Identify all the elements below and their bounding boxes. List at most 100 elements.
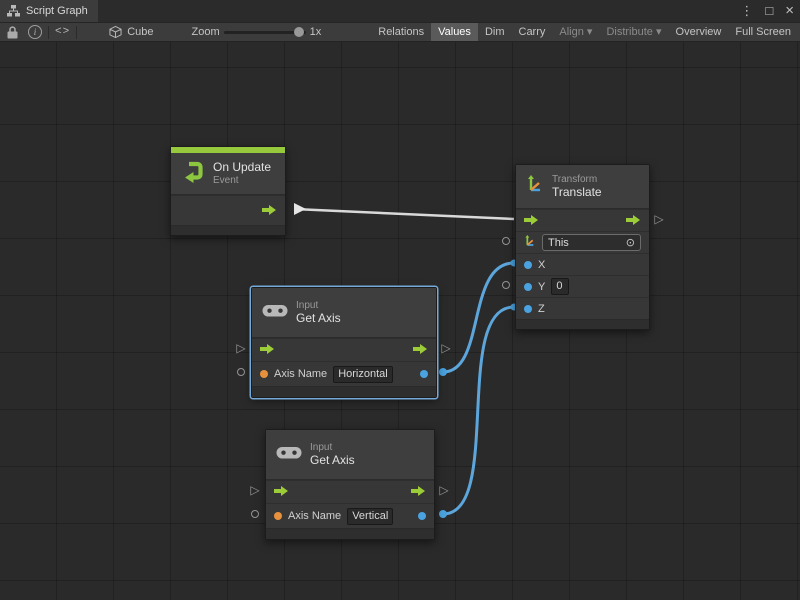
node-header[interactable]: Input Get Axis — [252, 288, 436, 338]
y-value-field[interactable]: 0 — [551, 278, 569, 295]
y-port-row: Y 0 — [516, 275, 649, 297]
flow-row — [252, 338, 436, 361]
flow-arrow-icon[interactable] — [413, 341, 428, 359]
titlebar: Script Graph ⋮ □ × — [0, 0, 800, 22]
cube-icon — [109, 25, 122, 39]
result-value-port[interactable] — [420, 370, 428, 378]
align-label: Align — [559, 26, 583, 38]
script-graph-icon — [7, 5, 20, 17]
axis-name-label: Axis Name — [274, 368, 327, 380]
target-object-label[interactable]: Cube — [127, 26, 153, 38]
transform-mini-icon — [524, 234, 536, 252]
node-header[interactable]: On Update Event — [171, 153, 285, 195]
flow-input-port[interactable]: ▷ — [235, 342, 247, 354]
y-input-port[interactable] — [502, 281, 510, 289]
z-value-port[interactable] — [524, 305, 532, 313]
node-title: Translate — [552, 186, 602, 199]
flow-arrow-icon[interactable] — [274, 483, 289, 501]
value-wire-vertical[interactable] — [443, 307, 514, 514]
chevron-down-icon: ▾ — [656, 26, 662, 38]
chevron-down-icon: ▾ — [587, 26, 593, 38]
lock-icon[interactable] — [7, 26, 18, 39]
flow-arrow-icon[interactable] — [260, 341, 275, 359]
this-input-port[interactable] — [502, 237, 510, 245]
flow-arrow-icon[interactable] — [262, 202, 277, 220]
relations-button[interactable]: Relations — [371, 23, 431, 41]
carry-button[interactable]: Carry — [512, 23, 553, 41]
script-graph-window: Script Graph ⋮ □ × i <> Cube Zoom 1 — [0, 0, 800, 600]
object-picker-icon[interactable]: ⊙ — [626, 236, 635, 249]
node-title: Get Axis — [296, 312, 341, 325]
node-on-update[interactable]: On Update Event — [170, 146, 286, 236]
tab-script-graph[interactable]: Script Graph — [0, 0, 98, 22]
axis-name-input-port[interactable] — [251, 510, 259, 518]
flow-arrow-icon[interactable] — [524, 212, 539, 230]
gamepad-icon — [276, 444, 302, 466]
code-view-icon[interactable]: <> — [55, 26, 70, 38]
node-footer — [252, 386, 436, 397]
overview-button[interactable]: Overview — [669, 23, 729, 41]
node-category: Input — [296, 300, 341, 311]
maximize-icon[interactable]: □ — [765, 0, 773, 22]
flow-output-port[interactable]: ▷ — [438, 484, 450, 496]
wire-endpoint-dot — [439, 510, 447, 518]
axis-name-field[interactable]: Horizontal — [333, 366, 393, 383]
distribute-label: Distribute — [606, 26, 652, 38]
node-translate[interactable]: Transform Translate — [515, 164, 650, 330]
toolbar-separator — [48, 26, 49, 39]
zoom-slider-handle[interactable] — [294, 27, 304, 37]
flow-arrow-icon[interactable] — [411, 483, 426, 501]
z-port-row: Z — [516, 297, 649, 319]
node-title: On Update — [213, 161, 271, 174]
kebab-menu-icon[interactable]: ⋮ — [740, 0, 753, 22]
axis-name-field[interactable]: Vertical — [347, 508, 393, 525]
x-port-row: X — [516, 253, 649, 275]
flow-output-port[interactable]: ▷ — [440, 342, 452, 354]
value-wire-horizontal[interactable] — [443, 263, 514, 372]
fullscreen-button[interactable]: Full Screen — [728, 23, 798, 41]
info-icon[interactable]: i — [28, 25, 42, 39]
flow-input-port[interactable]: ▷ — [249, 484, 261, 496]
this-row: This ⊙ — [516, 231, 649, 253]
flow-output-port[interactable]: ▷ — [653, 213, 665, 225]
this-value: This — [548, 237, 569, 249]
node-header[interactable]: Input Get Axis — [266, 430, 434, 480]
node-title: Get Axis — [310, 454, 355, 467]
flow-row — [266, 480, 434, 503]
zoom-slider[interactable] — [224, 31, 306, 34]
axis-name-label: Axis Name — [288, 510, 341, 522]
this-object-picker[interactable]: This ⊙ — [542, 234, 641, 251]
node-get-axis-horizontal[interactable]: Input Get Axis Axis Name Horizontal — [251, 287, 437, 398]
flow-wire[interactable] — [294, 209, 514, 219]
node-category: Transform — [552, 174, 602, 185]
transform-icon — [526, 175, 544, 198]
distribute-dropdown[interactable]: Distribute ▾ — [599, 23, 668, 41]
node-footer — [516, 319, 649, 329]
gamepad-icon — [262, 302, 288, 324]
y-value-port[interactable] — [524, 283, 532, 291]
flow-row — [171, 195, 285, 225]
axis-name-string-port[interactable] — [260, 370, 268, 378]
graph-toolbar: i <> Cube Zoom 1x Relations Values Dim C… — [0, 22, 800, 42]
dim-button[interactable]: Dim — [478, 23, 512, 41]
window-controls: ⋮ □ × — [740, 0, 794, 22]
node-header[interactable]: Transform Translate — [516, 165, 649, 209]
close-icon[interactable]: × — [785, 0, 794, 22]
zoom-value: 1x — [310, 26, 322, 38]
toolbar-separator — [76, 26, 77, 39]
axis-name-row: Axis Name Horizontal — [252, 361, 436, 386]
wire-endpoint-dot — [439, 368, 447, 376]
flow-wire-arrow-icon — [294, 203, 306, 215]
values-button[interactable]: Values — [431, 23, 478, 41]
align-dropdown[interactable]: Align ▾ — [552, 23, 599, 41]
graph-canvas[interactable]: ▷ ▷ ▷ ▷ ▷ On Update Event — [0, 42, 800, 600]
node-get-axis-vertical[interactable]: Input Get Axis Axis Name Vertical — [265, 429, 435, 540]
y-port-label: Y — [538, 281, 545, 293]
axis-name-input-port[interactable] — [237, 368, 245, 376]
x-value-port[interactable] — [524, 261, 532, 269]
flow-arrow-icon[interactable] — [626, 212, 641, 230]
result-value-port[interactable] — [418, 512, 426, 520]
zoom-label: Zoom — [192, 26, 220, 38]
axis-name-string-port[interactable] — [274, 512, 282, 520]
node-footer — [171, 225, 285, 235]
